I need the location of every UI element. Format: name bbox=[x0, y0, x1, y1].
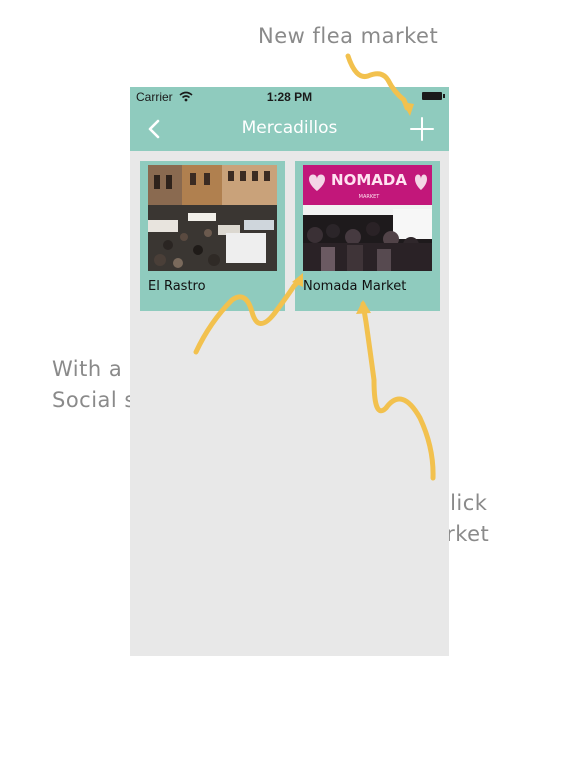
page-title: Mercadillos bbox=[241, 118, 338, 138]
battery-icon bbox=[422, 92, 445, 100]
market-name: El Rastro bbox=[148, 279, 206, 294]
market-name: Nomada Market bbox=[303, 279, 407, 294]
banner-text: NOMADA bbox=[331, 171, 407, 189]
add-market-button[interactable] bbox=[409, 116, 435, 142]
market-card[interactable]: El Rastro bbox=[140, 161, 285, 311]
annotation-new-flea-market: New flea market bbox=[258, 21, 438, 52]
status-time: 1:28 PM bbox=[266, 90, 313, 104]
plus-icon bbox=[410, 117, 434, 141]
market-photo: NOMADA MARKET bbox=[303, 165, 432, 271]
phone-screen: Carrier 1:28 PM Mercadillos El Rastro NO… bbox=[130, 87, 449, 656]
banner-subtext: MARKET bbox=[359, 194, 381, 200]
status-bar: Carrier 1:28 PM bbox=[130, 87, 449, 107]
market-photo bbox=[148, 165, 277, 271]
annotation-text: New flea market bbox=[258, 24, 439, 48]
navigation-bar: Mercadillos bbox=[130, 107, 449, 151]
market-card[interactable]: NOMADA MARKET Nomada Market bbox=[295, 161, 440, 311]
